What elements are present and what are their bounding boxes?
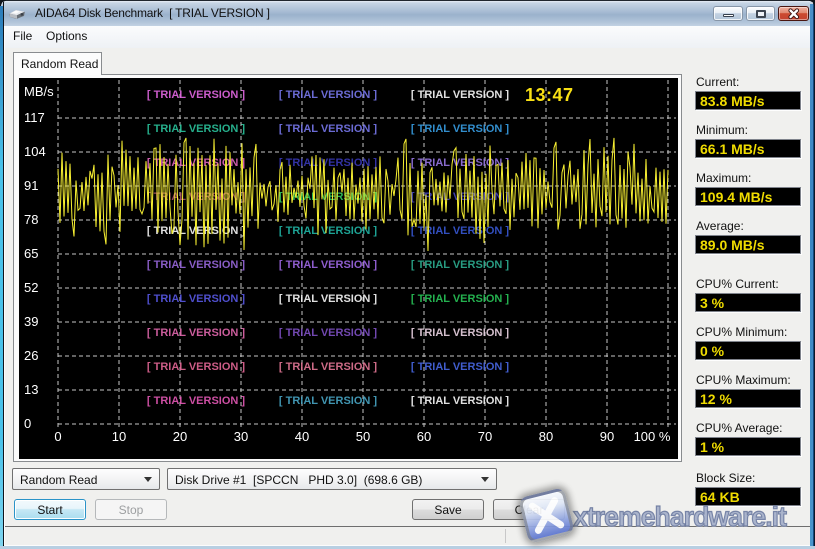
svg-text:80: 80 — [539, 429, 553, 444]
svg-text:100 %: 100 % — [634, 429, 671, 444]
svg-text:[ TRIAL VERSION ]: [ TRIAL VERSION ] — [279, 157, 378, 169]
svg-text:30: 30 — [234, 429, 248, 444]
svg-text:[ TRIAL VERSION ]: [ TRIAL VERSION ] — [279, 89, 378, 101]
svg-text:[ TRIAL VERSION ]: [ TRIAL VERSION ] — [411, 327, 510, 339]
svg-text:[ TRIAL VERSION ]: [ TRIAL VERSION ] — [279, 259, 378, 271]
svg-text:40: 40 — [295, 429, 309, 444]
svg-text:104: 104 — [24, 144, 46, 159]
svg-text:[ TRIAL VERSION ]: [ TRIAL VERSION ] — [147, 361, 246, 373]
svg-text:[ TRIAL VERSION ]: [ TRIAL VERSION ] — [279, 123, 378, 135]
svg-text:[ TRIAL VERSION ]: [ TRIAL VERSION ] — [411, 89, 510, 101]
svg-text:[ TRIAL VERSION ]: [ TRIAL VERSION ] — [147, 259, 246, 271]
svg-text:[ TRIAL VERSION ]: [ TRIAL VERSION ] — [147, 123, 246, 135]
svg-text:[ TRIAL VERSION ]: [ TRIAL VERSION ] — [411, 259, 510, 271]
svg-text:117: 117 — [24, 110, 45, 125]
svg-text:[ TRIAL VERSION ]: [ TRIAL VERSION ] — [147, 293, 246, 305]
svg-text:0: 0 — [54, 429, 61, 444]
svg-text:[ TRIAL VERSION ]: [ TRIAL VERSION ] — [279, 327, 378, 339]
svg-text:10: 10 — [112, 429, 126, 444]
svg-text:[ TRIAL VERSION ]: [ TRIAL VERSION ] — [411, 157, 510, 169]
svg-text:[ TRIAL VERSION ]: [ TRIAL VERSION ] — [411, 395, 510, 407]
svg-text:[ TRIAL VERSION ]: [ TRIAL VERSION ] — [147, 89, 246, 101]
svg-text:[ TRIAL VERSION ]: [ TRIAL VERSION ] — [279, 395, 378, 407]
svg-text:[ TRIAL VERSION ]: [ TRIAL VERSION ] — [279, 293, 378, 305]
svg-text:0: 0 — [24, 416, 31, 431]
svg-text:[ TRIAL VERSION ]: [ TRIAL VERSION ] — [279, 361, 378, 373]
svg-text:MB/s: MB/s — [24, 84, 54, 99]
svg-text:65: 65 — [24, 246, 38, 261]
svg-text:52: 52 — [24, 280, 38, 295]
svg-text:26: 26 — [24, 348, 38, 363]
svg-text:[ TRIAL VERSION ]: [ TRIAL VERSION ] — [411, 225, 510, 237]
svg-text:[ TRIAL VERSION ]: [ TRIAL VERSION ] — [279, 225, 378, 237]
svg-text:91: 91 — [24, 178, 38, 193]
svg-text:50: 50 — [356, 429, 370, 444]
svg-text:13:47: 13:47 — [525, 85, 574, 105]
svg-text:[ TRIAL VERSION ]: [ TRIAL VERSION ] — [411, 293, 510, 305]
svg-text:[ TRIAL VERSION ]: [ TRIAL VERSION ] — [411, 361, 510, 373]
svg-text:90: 90 — [600, 429, 614, 444]
svg-text:70: 70 — [478, 429, 492, 444]
svg-text:39: 39 — [24, 314, 38, 329]
svg-text:20: 20 — [173, 429, 187, 444]
svg-text:[ TRIAL VERSION ]: [ TRIAL VERSION ] — [411, 123, 510, 135]
svg-text:60: 60 — [417, 429, 431, 444]
svg-text:[ TRIAL VERSION ]: [ TRIAL VERSION ] — [147, 327, 246, 339]
svg-text:13: 13 — [24, 382, 38, 397]
svg-text:[ TRIAL VERSION ]: [ TRIAL VERSION ] — [147, 395, 246, 407]
svg-text:78: 78 — [24, 212, 38, 227]
